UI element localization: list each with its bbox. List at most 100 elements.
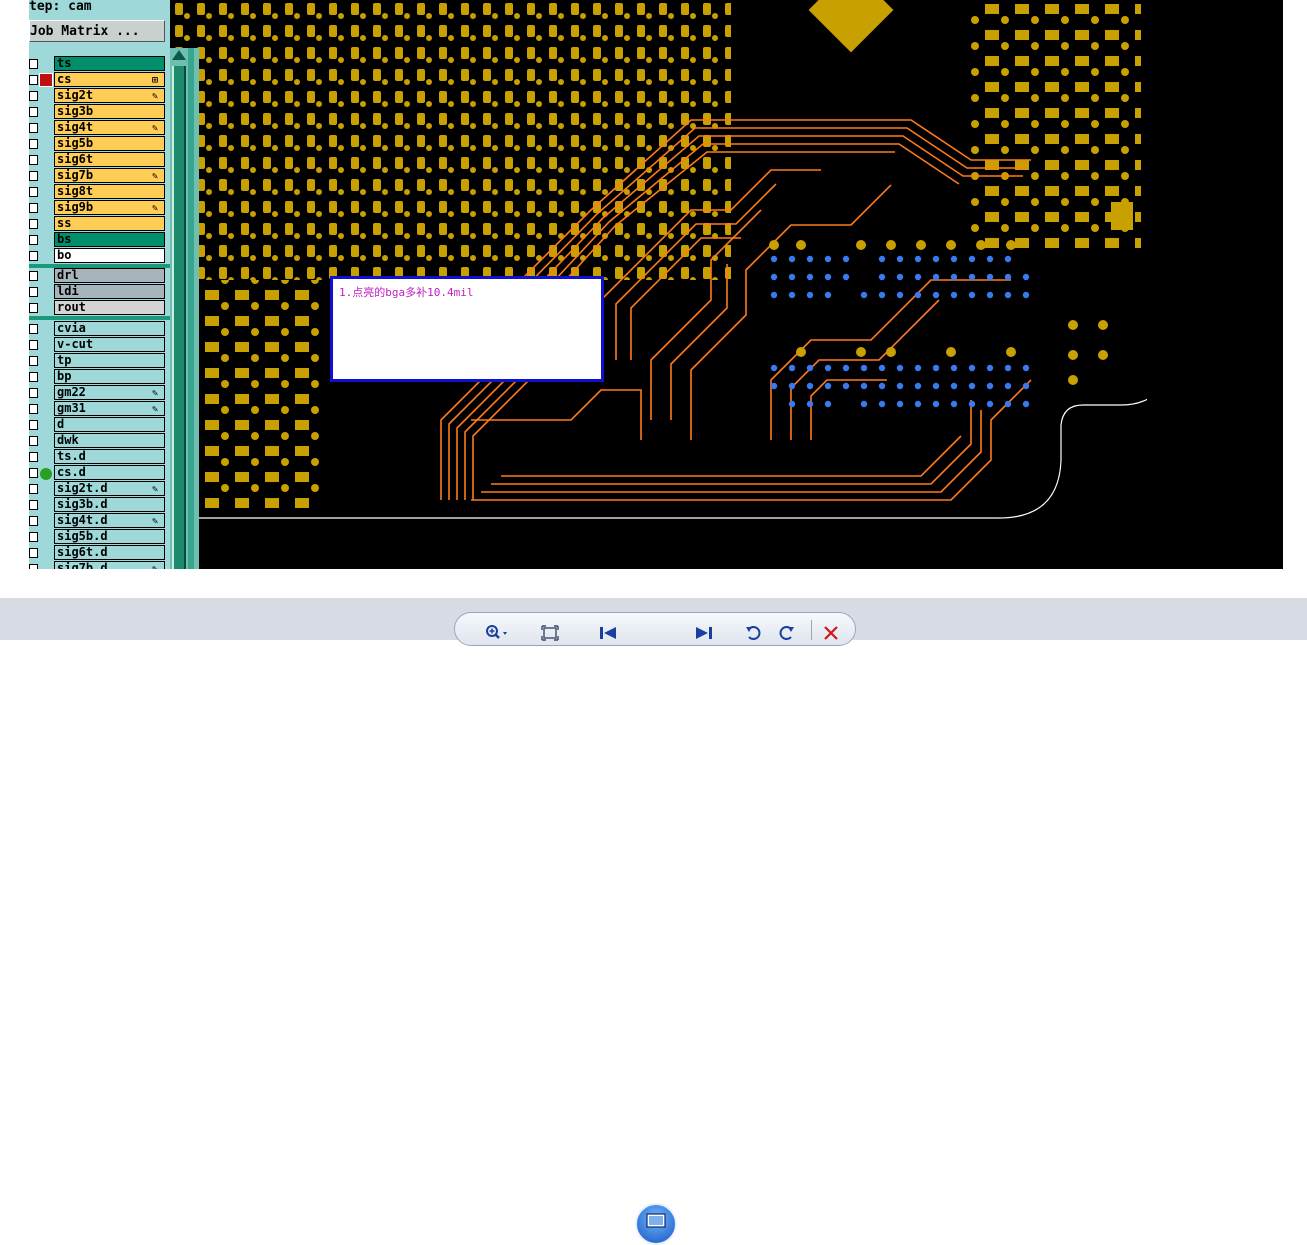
layer-checkbox[interactable] [29, 59, 38, 69]
layer-checkbox[interactable] [29, 548, 38, 558]
pcb-board-view[interactable] [171, 0, 1147, 520]
layer-checkbox[interactable] [29, 516, 38, 526]
rotate-cw-icon[interactable] [775, 623, 797, 643]
layer-checkbox[interactable] [29, 75, 38, 85]
layer-checkbox[interactable] [29, 235, 38, 245]
layer-checkbox[interactable] [29, 171, 38, 181]
layer-row-cvia[interactable]: cvia [29, 321, 170, 337]
layer-row-sig7b-d[interactable]: sig7b.d✎ [29, 561, 170, 569]
layer-name[interactable]: sig2t ✎ [54, 88, 165, 103]
previous-icon[interactable] [597, 623, 619, 643]
layer-name[interactable]: ts.d [54, 449, 165, 464]
layer-row-sig2t[interactable]: sig2t ✎ [29, 88, 170, 104]
layer-checkbox[interactable] [29, 484, 38, 494]
scrollbar-track[interactable] [172, 66, 186, 569]
layer-checkbox[interactable] [29, 91, 38, 101]
layer-row-sig2t-d[interactable]: sig2t.d ✎ [29, 481, 170, 497]
layer-checkbox[interactable] [29, 468, 38, 478]
layer-row-ts-d[interactable]: ts.d [29, 449, 170, 465]
annotation-note[interactable]: 1.点亮的bga多补10.4mil [330, 276, 604, 382]
layer-name[interactable]: sig9b ✎ [54, 200, 165, 215]
layer-row-rout[interactable]: rout [29, 300, 170, 316]
layer-name[interactable]: sig5b.d [54, 529, 165, 544]
layer-row-dwk[interactable]: dwk [29, 433, 170, 449]
layer-checkbox[interactable] [29, 372, 38, 382]
layer-row-bp[interactable]: bp [29, 369, 170, 385]
layer-checkbox[interactable] [29, 404, 38, 414]
layer-row-sig5b-d[interactable]: sig5b.d [29, 529, 170, 545]
layer-checkbox[interactable] [29, 139, 38, 149]
layer-row-sig6t-d[interactable]: sig6t.d [29, 545, 170, 561]
layer-row-sig4t[interactable]: sig4t ✎ [29, 120, 170, 136]
layer-name[interactable]: sig8t [54, 184, 165, 199]
layer-checkbox[interactable] [29, 388, 38, 398]
layer-row-gm22[interactable]: gm22 ✎ [29, 385, 170, 401]
layer-checkbox[interactable] [29, 155, 38, 165]
cam-workspace[interactable]: 1.点亮的bga多补10.4mil tep: cam Job Matrix ..… [29, 0, 1283, 569]
layer-name[interactable]: rout [54, 300, 165, 315]
layer-row-ss[interactable]: ss [29, 216, 170, 232]
layer-name[interactable]: sig4t.d ✎ [54, 513, 165, 528]
layer-name[interactable]: sig4t ✎ [54, 120, 165, 135]
layer-row-sig8t[interactable]: sig8t [29, 184, 170, 200]
layer-checkbox[interactable] [29, 436, 38, 446]
layer-row-gm31[interactable]: gm31 ✎ [29, 401, 170, 417]
layer-checkbox[interactable] [29, 356, 38, 366]
layer-name[interactable]: v-cut [54, 337, 165, 352]
layer-checkbox[interactable] [29, 500, 38, 510]
layer-checkbox[interactable] [29, 340, 38, 350]
layer-row-sig9b[interactable]: sig9b ✎ [29, 200, 170, 216]
layer-row-sig5b[interactable]: sig5b [29, 136, 170, 152]
layer-row-sig7b[interactable]: sig7b ✎ [29, 168, 170, 184]
layer-name[interactable]: drl [54, 268, 165, 283]
layer-row-ts[interactable]: ts [29, 56, 170, 72]
layer-checkbox[interactable] [29, 271, 38, 281]
layer-checkbox[interactable] [29, 219, 38, 229]
layer-name[interactable]: sig6t.d [54, 545, 165, 560]
layer-name[interactable]: dwk [54, 433, 165, 448]
layer-name[interactable]: ldi [54, 284, 165, 299]
layer-name[interactable]: sig3b [54, 104, 165, 119]
layer-checkbox[interactable] [29, 187, 38, 197]
layer-name[interactable]: tp [54, 353, 165, 368]
layer-row-tp[interactable]: tp [29, 353, 170, 369]
layer-row-sig3b[interactable]: sig3b [29, 104, 170, 120]
layer-row-v-cut[interactable]: v-cut [29, 337, 170, 353]
layer-checkbox[interactable] [29, 203, 38, 213]
next-icon[interactable] [693, 623, 715, 643]
layer-name[interactable]: sig5b [54, 136, 165, 151]
layer-row-drl[interactable]: drl [29, 268, 170, 284]
layer-checkbox[interactable] [29, 452, 38, 462]
layer-row-sig3b-d[interactable]: sig3b.d [29, 497, 170, 513]
slideshow-icon[interactable] [635, 1203, 677, 1245]
delete-icon[interactable] [820, 623, 842, 643]
layer-name[interactable]: sig7b ✎ [54, 168, 165, 183]
layer-name[interactable]: sig7b.d✎ [54, 561, 165, 569]
layer-checkbox[interactable] [29, 532, 38, 542]
layer-name[interactable]: bs [54, 232, 165, 247]
scroll-up-arrow-icon[interactable] [172, 50, 186, 60]
layer-checkbox[interactable] [29, 564, 38, 569]
job-matrix-button[interactable]: Job Matrix ... [29, 20, 165, 42]
layer-row-ldi[interactable]: ldi [29, 284, 170, 300]
layer-name[interactable]: ts [54, 56, 165, 71]
layer-checkbox[interactable] [29, 107, 38, 117]
layer-row-sig4t-d[interactable]: sig4t.d ✎ [29, 513, 170, 529]
layer-checkbox[interactable] [29, 287, 38, 297]
layer-checkbox[interactable] [29, 251, 38, 261]
zoom-icon[interactable] [483, 623, 513, 643]
layer-row-bo[interactable]: bo [29, 248, 170, 264]
layer-row-sig6t[interactable]: sig6t [29, 152, 170, 168]
layer-name[interactable]: d [54, 417, 165, 432]
layer-name[interactable]: bo [54, 248, 165, 263]
layer-checkbox[interactable] [29, 420, 38, 430]
layer-name[interactable]: ss [54, 216, 165, 231]
layer-name[interactable]: sig2t.d ✎ [54, 481, 165, 496]
rotate-ccw-icon[interactable] [743, 623, 765, 643]
layer-name[interactable]: sig3b.d [54, 497, 165, 512]
layer-name[interactable]: sig6t [54, 152, 165, 167]
layer-row-d[interactable]: d [29, 417, 170, 433]
layer-checkbox[interactable] [29, 324, 38, 334]
layer-name[interactable]: bp [54, 369, 165, 384]
layer-name[interactable]: cs ⊞ [54, 72, 165, 87]
